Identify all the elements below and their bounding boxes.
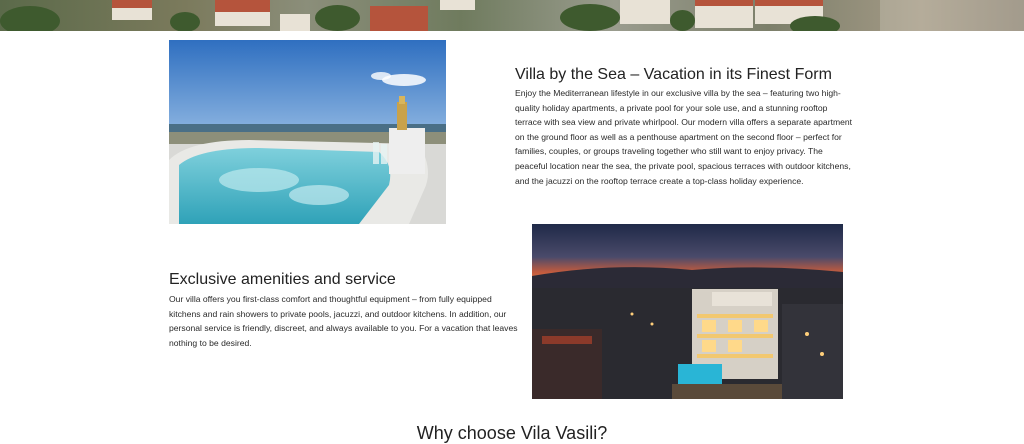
jacuzzi-photo: [169, 40, 446, 224]
section-title-amenities: Exclusive amenities and service: [169, 271, 396, 288]
section-text-villa-by-the-sea: Enjoy the Mediterranean lifestyle in our…: [515, 88, 853, 186]
villa-dusk-photo: [532, 224, 843, 399]
section-title-villa-by-the-sea: Villa by the Sea – Vacation in its Fines…: [515, 66, 832, 83]
hero-image: [0, 0, 1024, 31]
why-choose-heading: Why choose Vila Vasili?: [416, 423, 608, 443]
section-text-amenities: Our villa offers you first-class comfort…: [169, 294, 518, 348]
